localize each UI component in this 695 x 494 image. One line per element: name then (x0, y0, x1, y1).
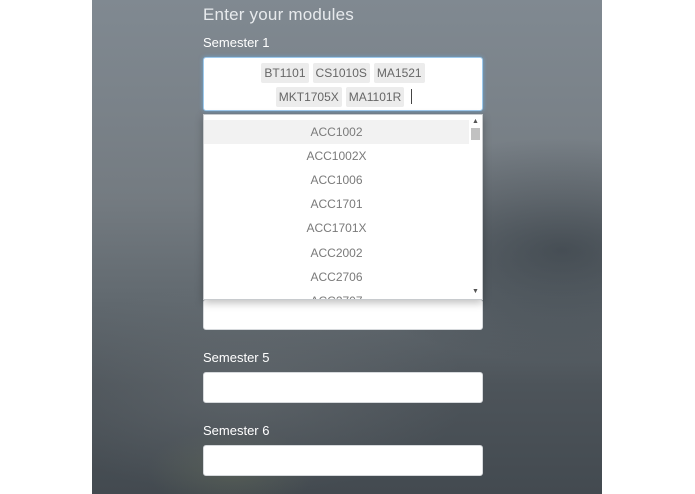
module-tag[interactable]: MKT1705X (275, 87, 342, 107)
dropdown-option[interactable]: ACC1002 (204, 120, 469, 144)
dropdown-option[interactable]: ACC1701 (204, 192, 469, 216)
module-dropdown-list[interactable]: ACC1002 ACC1002X ACC1006 ACC1701 ACC1701… (203, 114, 483, 300)
scrollbar-thumb[interactable] (471, 128, 480, 140)
dropdown-option[interactable]: ACC2707 (204, 289, 469, 299)
module-tag[interactable]: BT1101 (261, 63, 309, 83)
semester-4-input[interactable] (203, 299, 483, 330)
module-tag[interactable]: MA1521 (373, 63, 425, 83)
triangle-down-icon[interactable]: ▼ (469, 287, 482, 297)
semester-6-label: Semester 6 (203, 423, 270, 438)
dropdown-option[interactable]: ACC1002X (204, 144, 469, 168)
dropdown-option[interactable]: ACC1006 (204, 168, 469, 192)
semester-6-input[interactable] (203, 445, 483, 476)
dropdown-scrollbar[interactable]: ▲ ▼ (469, 115, 482, 299)
dropdown-option[interactable]: ACC2706 (204, 265, 469, 289)
triangle-up-icon[interactable]: ▲ (469, 117, 482, 127)
semester-5-input[interactable] (203, 372, 483, 403)
page-heading: Enter your modules (203, 5, 355, 24)
module-tag[interactable]: MA1101R (345, 87, 405, 107)
dropdown-option[interactable]: ACC2002 (204, 241, 469, 265)
semester-1-label: Semester 1 (203, 35, 270, 50)
text-cursor (411, 89, 413, 104)
semester-1-module-input[interactable]: BT1101 CS1010S MA1521 MKT1705X MA1101R (203, 57, 483, 111)
dropdown-option[interactable]: ACC1701X (204, 216, 469, 240)
module-tag[interactable]: CS1010S (312, 63, 370, 83)
semester-5-label: Semester 5 (203, 350, 270, 365)
